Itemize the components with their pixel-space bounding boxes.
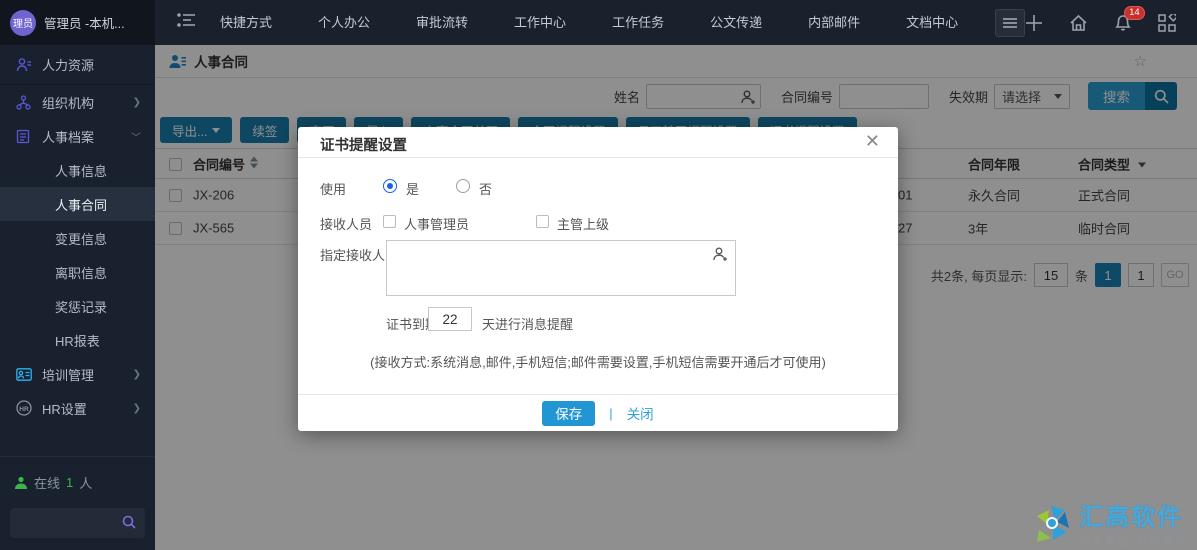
certificate-reminder-dialog: 证书提醒设置 ✕ 使用 是 否 接收人员 人事管理员 主管上级 指定接收人 证书… (298, 127, 898, 431)
receiver-hr-admin-label: 人事管理员 (404, 217, 470, 232)
menu-work-center[interactable]: 工作中心 (491, 0, 589, 45)
vendor-text: 汇高软件 软件星级 服务资质 (1079, 497, 1189, 548)
dialog-title: 证书提醒设置 (320, 138, 407, 154)
sidebar-item-label: 培训管理 (42, 367, 95, 383)
days-suffix-label: 天进行消息提醒 (482, 317, 574, 332)
sidebar-item-label: 人事信息 (55, 163, 108, 179)
notifications-icon[interactable]: 14 (1114, 6, 1145, 32)
receiver-supervisor-label: 主管上级 (557, 217, 610, 232)
receiver-label: 接收人员 (320, 217, 373, 232)
sidebar-search-input[interactable] (10, 508, 145, 538)
online-label: 在线 (34, 476, 61, 491)
sidebar-item-personnel-info[interactable]: 人事信息 (0, 153, 155, 187)
online-count: 1 (66, 475, 74, 490)
menu-internal-mail[interactable]: 内部邮件 (785, 0, 883, 45)
id-card-icon (16, 367, 34, 381)
days-input[interactable] (428, 307, 472, 331)
vendor-logo-icon (1037, 505, 1070, 542)
online-person-icon (15, 476, 27, 489)
collapse-menu-icon[interactable] (177, 12, 197, 33)
sidebar-item-label: 变更信息 (55, 231, 108, 247)
add-icon[interactable] (1025, 14, 1043, 32)
sidebar-item-training-management[interactable]: 培训管理 ❯ (0, 357, 155, 391)
chevron-right-icon: ❯ (132, 96, 141, 108)
dialog-footer: 保存 | 关闭 (298, 394, 898, 431)
menu-approval-flow[interactable]: 审批流转 (393, 0, 491, 45)
sidebar-item-label: 组织机构 (42, 95, 95, 111)
sidebar-item-personnel-files[interactable]: 人事档案 ﹀ (0, 119, 155, 153)
footer-separator: | (609, 405, 613, 421)
sidebar-item-label: 离职信息 (55, 265, 108, 281)
use-label: 使用 (320, 182, 347, 197)
menu-document-transfer[interactable]: 公文传递 (687, 0, 785, 45)
chevron-right-icon: ❯ (132, 402, 141, 414)
document-icon (16, 129, 34, 144)
receiver-supervisor-checkbox[interactable] (536, 215, 549, 228)
online-status: 在线 1 人 (14, 473, 145, 492)
dialog-note: (接收方式:系统消息,邮件,手机短信;邮件需要设置,手机短信需要开通后才可使用) (370, 355, 826, 370)
sidebar-item-label: HR设置 (42, 401, 87, 417)
nav-action-icons: 14 (1025, 6, 1197, 32)
person-icon (16, 57, 34, 73)
sidebar-item-label: 奖惩记录 (55, 299, 108, 315)
more-menu-button[interactable] (995, 8, 1026, 37)
assignee-label: 指定接收人 (320, 248, 386, 263)
hr-circle-icon: HR (16, 400, 34, 416)
chevron-right-icon: ❯ (132, 368, 141, 380)
sidebar: 人力资源 组织机构 ❯ 人事档案 ﹀ 人事信息 人事合同 变更信息 离职信息 奖… (0, 45, 155, 550)
sidebar-item-label: 人事合同 (55, 197, 108, 213)
sidebar-item-organization[interactable]: 组织机构 ❯ (0, 85, 155, 119)
home-icon[interactable] (1069, 14, 1088, 32)
hamburger-icon (1003, 17, 1018, 28)
sidebar-item-personnel-contract[interactable]: 人事合同 (0, 187, 155, 221)
notification-badge: 14 (1124, 6, 1145, 20)
sidebar-item-label: 人力资源 (42, 58, 95, 73)
dialog-header: 证书提醒设置 ✕ (298, 127, 898, 158)
main-menu: 快捷方式 个人办公 审批流转 工作中心 工作任务 公文传递 内部邮件 文档中心 (197, 0, 1026, 45)
close-icon[interactable]: ✕ (865, 131, 880, 152)
sidebar-item-hr-module[interactable]: 人力资源 (0, 45, 155, 85)
sidebar-item-label: HR报表 (55, 333, 100, 349)
vendor-tagline: 软件星级 服务资质 (1079, 537, 1189, 548)
svg-text:HR: HR (19, 406, 29, 413)
receiver-hr-admin-checkbox[interactable] (383, 215, 396, 228)
avatar[interactable]: 理员 (10, 9, 36, 36)
online-unit: 人 (79, 476, 93, 491)
menu-work-tasks[interactable]: 工作任务 (589, 0, 687, 45)
person-add-icon[interactable] (712, 246, 728, 267)
search-icon (122, 515, 136, 529)
current-user[interactable]: 理员 管理员 -本机... (0, 0, 155, 45)
chevron-down-icon: ﹀ (131, 132, 141, 144)
use-yes-label: 是 (406, 182, 420, 197)
save-button[interactable]: 保存 (542, 400, 596, 426)
use-yes-radio[interactable] (383, 179, 397, 193)
sidebar-footer: 在线 1 人 (0, 456, 155, 550)
app-window: 理员 管理员 -本机... 快捷方式 个人办公 审批流转 工作中心 工作任务 公… (0, 0, 1197, 550)
menu-personal-office[interactable]: 个人办公 (295, 0, 393, 45)
org-chart-icon (16, 94, 34, 110)
sidebar-item-resignation-info[interactable]: 离职信息 (0, 255, 155, 289)
close-link[interactable]: 关闭 (627, 403, 654, 423)
vendor-name: 汇高软件 (1079, 504, 1184, 531)
use-no-label: 否 (479, 182, 493, 197)
assignee-textarea[interactable] (386, 240, 736, 296)
sidebar-item-label: 人事档案 (42, 129, 95, 145)
sidebar-item-hr-reports[interactable]: HR报表 (0, 323, 155, 357)
top-navbar: 理员 管理员 -本机... 快捷方式 个人办公 审批流转 工作中心 工作任务 公… (0, 0, 1197, 45)
sidebar-item-hr-settings[interactable]: HR HR设置 ❯ (0, 391, 155, 425)
sidebar-item-rewards-records[interactable]: 奖惩记录 (0, 289, 155, 323)
apps-grid-icon[interactable] (1158, 13, 1177, 32)
use-no-radio[interactable] (456, 179, 470, 193)
menu-document-center[interactable]: 文档中心 (883, 0, 981, 45)
sidebar-item-change-info[interactable]: 变更信息 (0, 221, 155, 255)
menu-shortcuts[interactable]: 快捷方式 (197, 0, 295, 45)
main-content: 人事合同 ☆ 姓名 合同编号 失效期 请选择 搜索 导出... 续签 合同编号 … (155, 45, 1197, 550)
user-name: 管理员 -本机... (44, 17, 125, 31)
vendor-watermark: 汇高软件 软件星级 服务资质 (1031, 497, 1189, 548)
